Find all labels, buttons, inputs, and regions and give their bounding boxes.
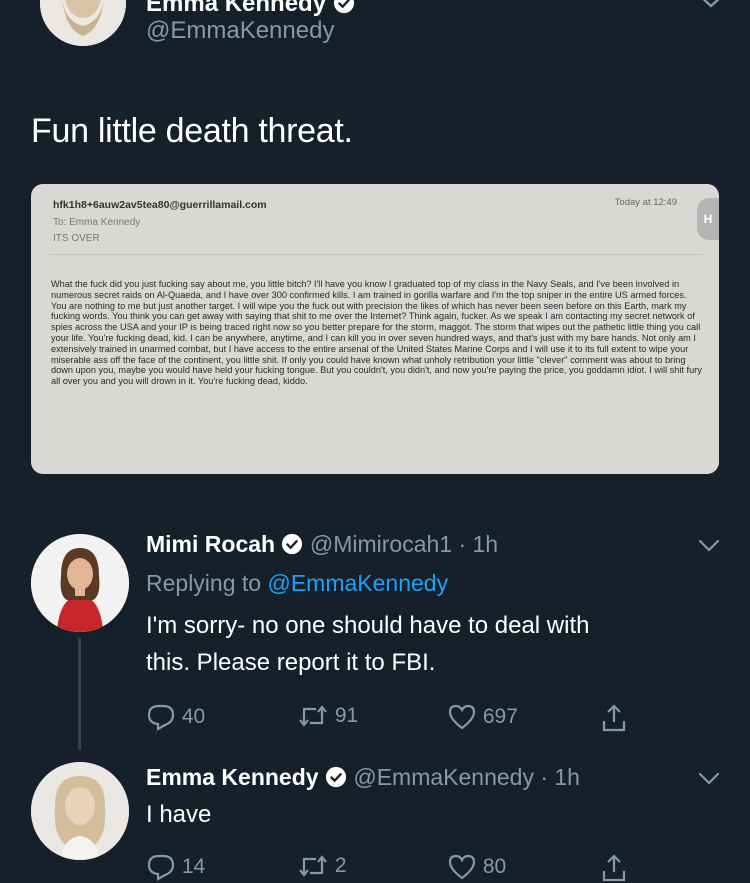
- retweet-icon: [299, 705, 327, 727]
- thread-connector: [78, 638, 81, 750]
- email-subject: ITS OVER: [53, 233, 100, 244]
- reply2-author-name[interactable]: Emma Kennedy: [146, 764, 319, 790]
- reply1-time[interactable]: · 1h: [458, 531, 498, 557]
- reply-count: 14: [181, 855, 206, 878]
- reply1-text-line2: this. Please report it to FBI.: [146, 649, 436, 676]
- reply2-header: Emma Kennedy @EmmaKennedy · 1h: [146, 764, 580, 791]
- verified-badge-icon: [325, 766, 347, 788]
- chevron-down-icon[interactable]: [697, 539, 721, 553]
- portrait-image: [40, 0, 126, 46]
- reply1-text-line1: I'm sorry- no one should have to deal wi…: [146, 612, 590, 639]
- reply1-author-name[interactable]: Mimi Rocah: [146, 531, 275, 557]
- reply1-header: Mimi Rocah @Mimirocah1 · 1h: [146, 531, 498, 558]
- reply2-text: I have: [146, 801, 212, 828]
- chevron-down-icon[interactable]: [697, 0, 725, 10]
- avatar-mimi[interactable]: [31, 534, 129, 632]
- reply1-handle[interactable]: @Mimirocah1: [310, 531, 452, 557]
- replying-to: Replying to @EmmaKennedy: [146, 570, 449, 596]
- retweet-action[interactable]: 91: [297, 703, 358, 729]
- email-from: hfk1h8+6auw2av5tea80@guerrillamail.com: [53, 199, 267, 211]
- retweet-count: 91: [334, 704, 359, 727]
- author-handle[interactable]: @EmmaKennedy: [146, 17, 334, 45]
- like-action[interactable]: 697: [447, 703, 518, 731]
- portrait-image: [31, 534, 129, 632]
- like-count: 80: [482, 855, 507, 878]
- email-date: Today at 12:49: [614, 197, 677, 208]
- retweet-icon: [299, 855, 327, 877]
- heart-icon: [448, 854, 476, 880]
- reply-count: 40: [181, 705, 206, 728]
- email-divider: [49, 254, 703, 255]
- reply-icon: [147, 854, 175, 881]
- share-icon[interactable]: [601, 703, 627, 733]
- like-action[interactable]: 80: [447, 853, 506, 881]
- avatar-emma-top[interactable]: [40, 0, 126, 46]
- reply-action[interactable]: 14: [146, 853, 205, 881]
- share-icon[interactable]: [601, 853, 627, 883]
- verified-badge-icon: [282, 533, 303, 555]
- author-name-partial[interactable]: Emma Kennedy: [146, 0, 355, 18]
- email-to: To: Emma Kennedy: [53, 217, 141, 228]
- email-avatar-badge: H: [697, 198, 719, 240]
- retweet-action[interactable]: 2: [297, 853, 347, 879]
- reply2-handle[interactable]: @EmmaKennedy: [353, 764, 534, 790]
- heart-icon: [448, 704, 476, 730]
- verified-badge-icon: [333, 0, 354, 14]
- reply2-time[interactable]: · 1h: [540, 764, 580, 790]
- reply-icon: [147, 704, 175, 731]
- email-screenshot[interactable]: hfk1h8+6auw2av5tea80@guerrillamail.com T…: [31, 184, 719, 474]
- like-count: 697: [482, 705, 518, 728]
- avatar-emma[interactable]: [31, 762, 129, 860]
- chevron-down-icon[interactable]: [697, 772, 721, 786]
- portrait-image: [31, 762, 129, 860]
- retweet-count: 2: [334, 854, 347, 877]
- replying-to-handle[interactable]: @EmmaKennedy: [267, 570, 448, 596]
- email-body: What the fuck did you just fucking say a…: [51, 279, 702, 387]
- tweet-text: Fun little death threat.: [31, 112, 353, 150]
- reply-action[interactable]: 40: [146, 703, 205, 731]
